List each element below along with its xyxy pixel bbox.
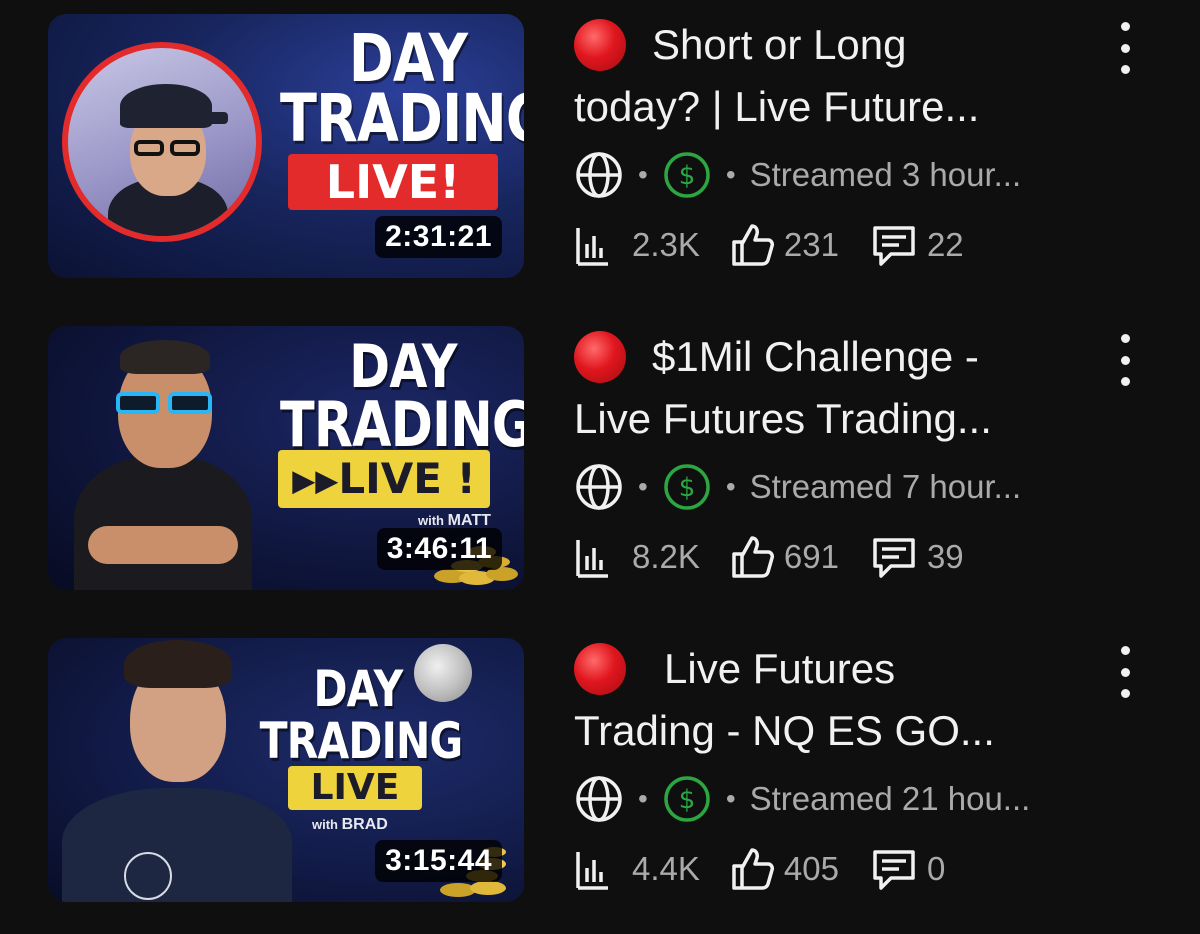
likes-count: 231 xyxy=(783,226,839,263)
video-row[interactable]: DAY TRADING LIVE! 2:31:21 Short or Long … xyxy=(0,14,1200,284)
video-stats: 2.3K 231 22 xyxy=(574,222,994,268)
more-vertical-icon[interactable] xyxy=(1110,334,1140,386)
comments-stat: 22 xyxy=(869,222,964,268)
thumbnail-live-badge: ▶▶LIVE ! xyxy=(278,450,490,508)
comment-icon xyxy=(873,226,915,266)
views-stat: 8.2K xyxy=(574,534,700,580)
thumbnail-title-trading: TRADING xyxy=(280,80,524,157)
svg-text:$: $ xyxy=(679,161,696,191)
video-title[interactable]: $1Mil Challenge - xyxy=(574,326,1094,388)
video-title-line2[interactable]: Live Futures Trading... xyxy=(574,388,1094,450)
views-count: 2.3K xyxy=(632,226,700,263)
streamed-time: Streamed 21 hou... xyxy=(749,780,1031,817)
video-title[interactable]: Short or Long xyxy=(574,14,1094,76)
host-illustration xyxy=(68,336,258,590)
video-row[interactable]: DAY TRADING ▶▶LIVE ! with MATT 3:46:11 $… xyxy=(0,326,1200,596)
moon-icon xyxy=(414,644,472,702)
video-stats: 8.2K 691 39 xyxy=(574,534,994,580)
video-thumbnail[interactable]: DAY TRADING LIVE! 2:31:21 xyxy=(48,14,524,278)
thumbs-up-icon xyxy=(732,848,774,890)
video-row[interactable]: DAY TRADING LIVE with BRAD 3:15:44 Live … xyxy=(0,638,1200,908)
video-title-line1: $1Mil Challenge - xyxy=(652,333,979,380)
comments-stat: 0 xyxy=(869,846,945,892)
more-vertical-icon[interactable] xyxy=(1110,646,1140,698)
likes-stat: 231 xyxy=(730,222,839,268)
comments-stat: 39 xyxy=(869,534,964,580)
streamed-time: Streamed 7 hour... xyxy=(749,468,1022,505)
thumbnail-title-trading: TRADING xyxy=(259,712,464,770)
thumbs-up-icon xyxy=(732,224,774,266)
bar-chart-icon xyxy=(576,540,608,578)
video-title-line1: Short or Long xyxy=(652,21,907,68)
svg-text:$: $ xyxy=(679,785,696,815)
comment-icon xyxy=(873,850,915,890)
video-duration: 2:31:21 xyxy=(375,216,502,258)
host-photo xyxy=(62,42,262,242)
likes-count: 405 xyxy=(783,850,839,887)
red-circle-icon xyxy=(574,19,626,71)
views-count: 4.4K xyxy=(632,850,700,887)
dollar-icon: $ xyxy=(662,150,712,200)
views-count: 8.2K xyxy=(632,538,700,575)
likes-count: 691 xyxy=(783,538,839,575)
video-title[interactable]: Live Futures xyxy=(574,638,1094,700)
globe-icon xyxy=(574,150,624,200)
comment-icon xyxy=(873,538,915,578)
red-circle-icon xyxy=(574,331,626,383)
comments-count: 22 xyxy=(926,226,964,263)
views-stat: 4.4K xyxy=(574,846,700,892)
views-stat: 2.3K xyxy=(574,222,700,268)
globe-icon xyxy=(574,774,624,824)
host-illustration xyxy=(62,638,292,902)
comments-count: 39 xyxy=(926,538,964,575)
thumbnail-live-badge: LIVE xyxy=(288,766,422,810)
bar-chart-icon xyxy=(576,852,608,890)
video-thumbnail[interactable]: DAY TRADING ▶▶LIVE ! with MATT 3:46:11 xyxy=(48,326,524,590)
video-meta: • $ • Streamed 21 hou... xyxy=(574,774,1030,824)
video-meta: • $ • Streamed 7 hour... xyxy=(574,462,1021,512)
thumbnail-host-label: with BRAD xyxy=(312,816,388,833)
likes-stat: 405 xyxy=(730,846,839,892)
svg-text:$: $ xyxy=(679,473,696,503)
red-circle-icon xyxy=(574,643,626,695)
video-duration: 3:15:44 xyxy=(375,840,502,882)
dollar-icon: $ xyxy=(662,462,712,512)
video-stats: 4.4K 405 0 xyxy=(574,846,975,892)
video-title-line2[interactable]: Trading - NQ ES GO... xyxy=(574,700,1094,762)
globe-icon xyxy=(574,462,624,512)
video-meta: • $ • Streamed 3 hour... xyxy=(574,150,1021,200)
scooter-logo-icon xyxy=(124,852,172,900)
video-duration: 3:46:11 xyxy=(376,528,502,570)
dollar-icon: $ xyxy=(662,774,712,824)
thumbs-up-icon xyxy=(732,536,774,578)
streamed-time: Streamed 3 hour... xyxy=(749,156,1022,193)
video-title-line2[interactable]: today? | Live Future... xyxy=(574,76,1094,138)
video-thumbnail[interactable]: DAY TRADING LIVE with BRAD 3:15:44 xyxy=(48,638,524,902)
thumbnail-live-badge: LIVE! xyxy=(288,154,498,210)
play-icon: ▶▶ xyxy=(292,463,339,499)
comments-count: 0 xyxy=(926,850,946,887)
thumbnail-title-day: DAY xyxy=(313,660,403,718)
more-vertical-icon[interactable] xyxy=(1110,22,1140,74)
likes-stat: 691 xyxy=(730,534,839,580)
bar-chart-icon xyxy=(576,228,608,266)
video-title-line1: Live Futures xyxy=(664,645,896,692)
